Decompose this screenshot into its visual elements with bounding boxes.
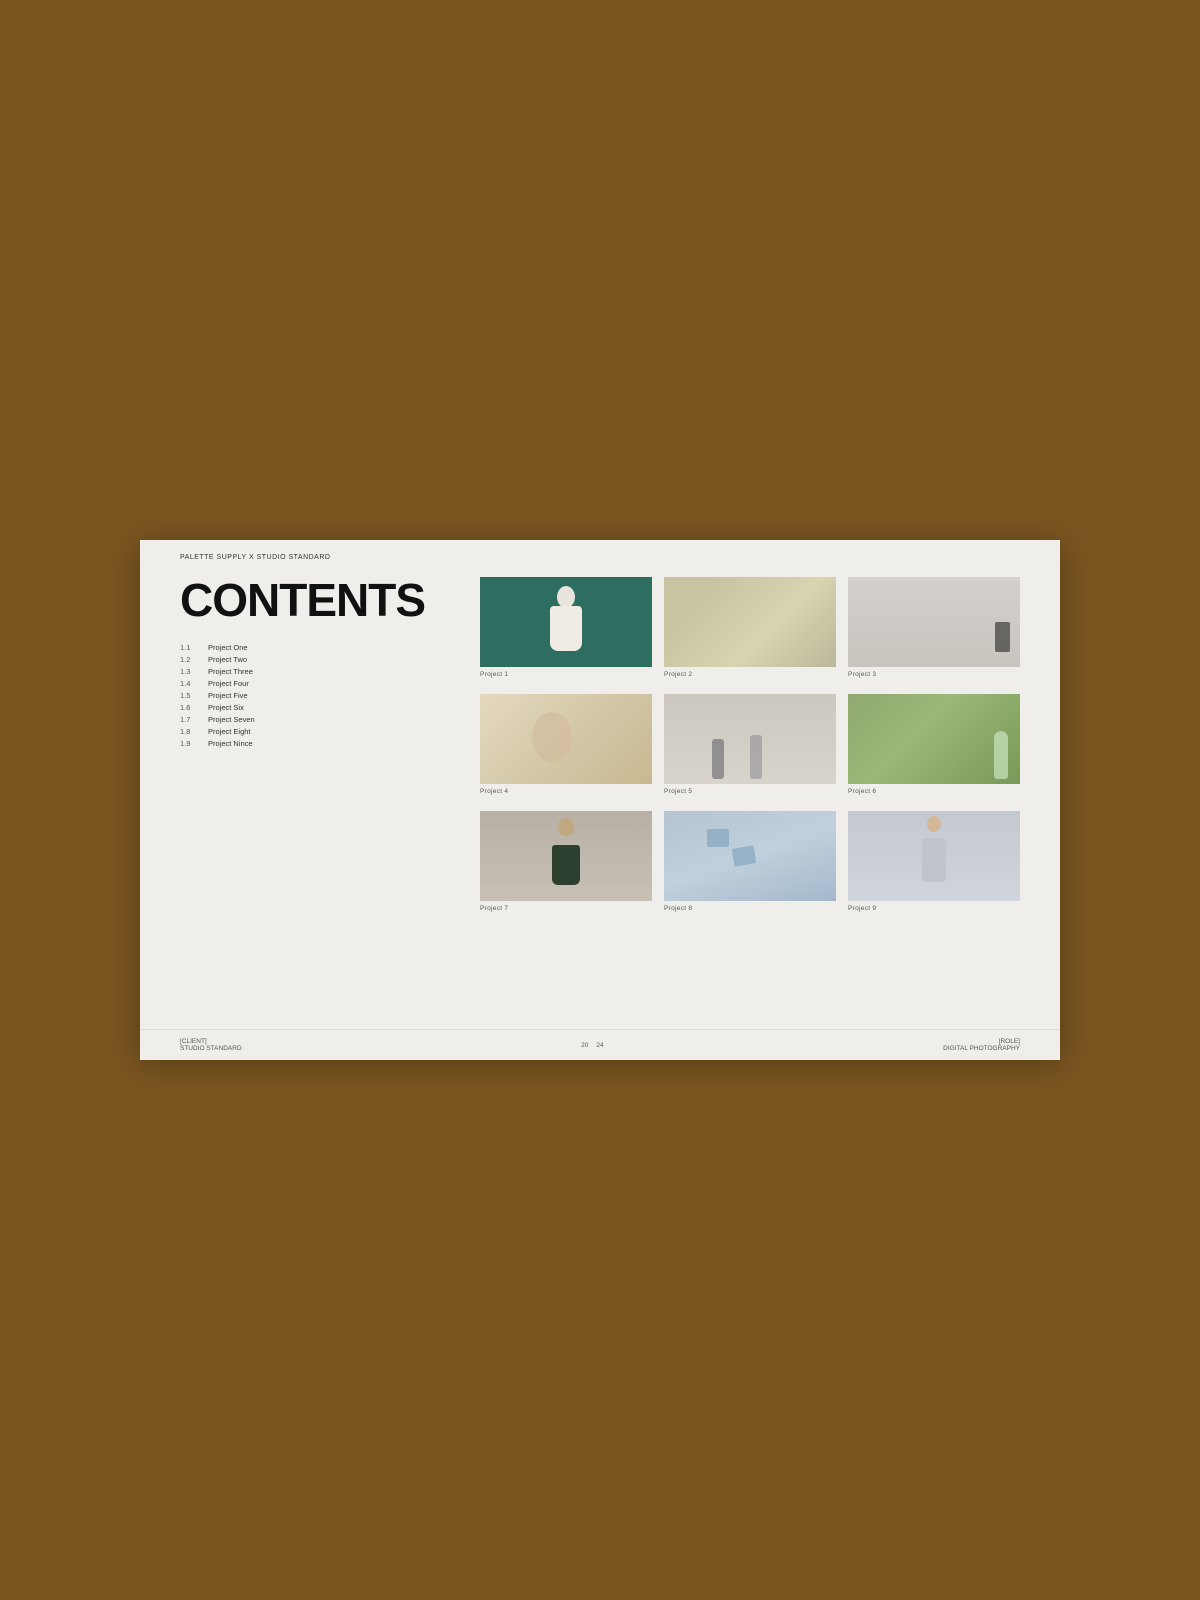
project-label-2: Project 2: [664, 671, 836, 678]
project-thumb-6: [848, 694, 1020, 784]
toc-label: Project Eight: [208, 727, 251, 736]
toc-label: Project Seven: [208, 715, 255, 724]
toc-label: Project Five: [208, 691, 248, 700]
project-item-3[interactable]: Project 3: [848, 577, 1020, 678]
toc-number: 1.3: [180, 667, 208, 676]
list-item: 1.1 Project One: [180, 643, 460, 652]
page-footer: [CLIENT] STUDIO STANDARD 20 24 [ROLE] DI…: [140, 1029, 1060, 1060]
project-thumb-1: [480, 577, 652, 667]
projects-grid-container: Project 1 Project 2 Project 3: [460, 561, 1020, 1029]
left-column: CONTENTS 1.1 Project One 1.2 Project Two…: [180, 561, 460, 1029]
toc-number: 1.6: [180, 703, 208, 712]
project-label-4: Project 4: [480, 788, 652, 795]
toc-number: 1.8: [180, 727, 208, 736]
role-label: [ROLE]: [943, 1038, 1020, 1045]
toc-label: Project Two: [208, 655, 247, 664]
project-item-2[interactable]: Project 2: [664, 577, 836, 678]
project-item-6[interactable]: Project 6: [848, 694, 1020, 795]
project-label-3: Project 3: [848, 671, 1020, 678]
project-label-6: Project 6: [848, 788, 1020, 795]
page-current: 20: [581, 1042, 588, 1049]
toc-label: Project Four: [208, 679, 249, 688]
page-card: PALETTE SUPPLY X STUDIO STANDARD CONTENT…: [140, 540, 1060, 1060]
list-item: 1.5 Project Five: [180, 691, 460, 700]
page-header: PALETTE SUPPLY X STUDIO STANDARD: [140, 540, 1060, 561]
list-item: 1.8 Project Eight: [180, 727, 460, 736]
toc-label: Project Six: [208, 703, 244, 712]
footer-client: [CLIENT] STUDIO STANDARD: [180, 1038, 242, 1052]
toc-label: Project Nince: [208, 739, 253, 748]
list-item: 1.3 Project Three: [180, 667, 460, 676]
role-value: DIGITAL PHOTOGRAPHY: [943, 1045, 1020, 1052]
list-item: 1.7 Project Seven: [180, 715, 460, 724]
footer-pagination: 20 24: [581, 1042, 603, 1049]
project-item-7[interactable]: Project 7: [480, 811, 652, 912]
toc-label: Project Three: [208, 667, 253, 676]
project-label-8: Project 8: [664, 905, 836, 912]
page-body: CONTENTS 1.1 Project One 1.2 Project Two…: [140, 561, 1060, 1029]
project-thumb-9: [848, 811, 1020, 901]
list-item: 1.4 Project Four: [180, 679, 460, 688]
page-total: 24: [596, 1042, 603, 1049]
project-item-8[interactable]: Project 8: [664, 811, 836, 912]
project-label-9: Project 9: [848, 905, 1020, 912]
toc-number: 1.4: [180, 679, 208, 688]
list-item: 1.2 Project Two: [180, 655, 460, 664]
toc-number: 1.1: [180, 643, 208, 652]
project-thumb-4: [480, 694, 652, 784]
project-item-9[interactable]: Project 9: [848, 811, 1020, 912]
project-thumb-5: [664, 694, 836, 784]
project-label-5: Project 5: [664, 788, 836, 795]
toc-number: 1.7: [180, 715, 208, 724]
project-label-7: Project 7: [480, 905, 652, 912]
project-item-4[interactable]: Project 4: [480, 694, 652, 795]
project-thumb-3: [848, 577, 1020, 667]
toc-number: 1.9: [180, 739, 208, 748]
toc-number: 1.2: [180, 655, 208, 664]
toc-label: Project One: [208, 643, 248, 652]
table-of-contents: 1.1 Project One 1.2 Project Two 1.3 Proj…: [180, 643, 460, 748]
project-thumb-2: [664, 577, 836, 667]
toc-number: 1.5: [180, 691, 208, 700]
project-item-5[interactable]: Project 5: [664, 694, 836, 795]
projects-grid: Project 1 Project 2 Project 3: [480, 577, 1020, 912]
client-label: [CLIENT]: [180, 1038, 242, 1045]
project-label-1: Project 1: [480, 671, 652, 678]
contents-title: CONTENTS: [180, 577, 460, 623]
project-thumb-7: [480, 811, 652, 901]
brand-label: PALETTE SUPPLY X STUDIO STANDARD: [180, 554, 330, 561]
list-item: 1.6 Project Six: [180, 703, 460, 712]
project-item-1[interactable]: Project 1: [480, 577, 652, 678]
project-thumb-8: [664, 811, 836, 901]
list-item: 1.9 Project Nince: [180, 739, 460, 748]
client-value: STUDIO STANDARD: [180, 1045, 242, 1052]
footer-role: [ROLE] DIGITAL PHOTOGRAPHY: [943, 1038, 1020, 1052]
